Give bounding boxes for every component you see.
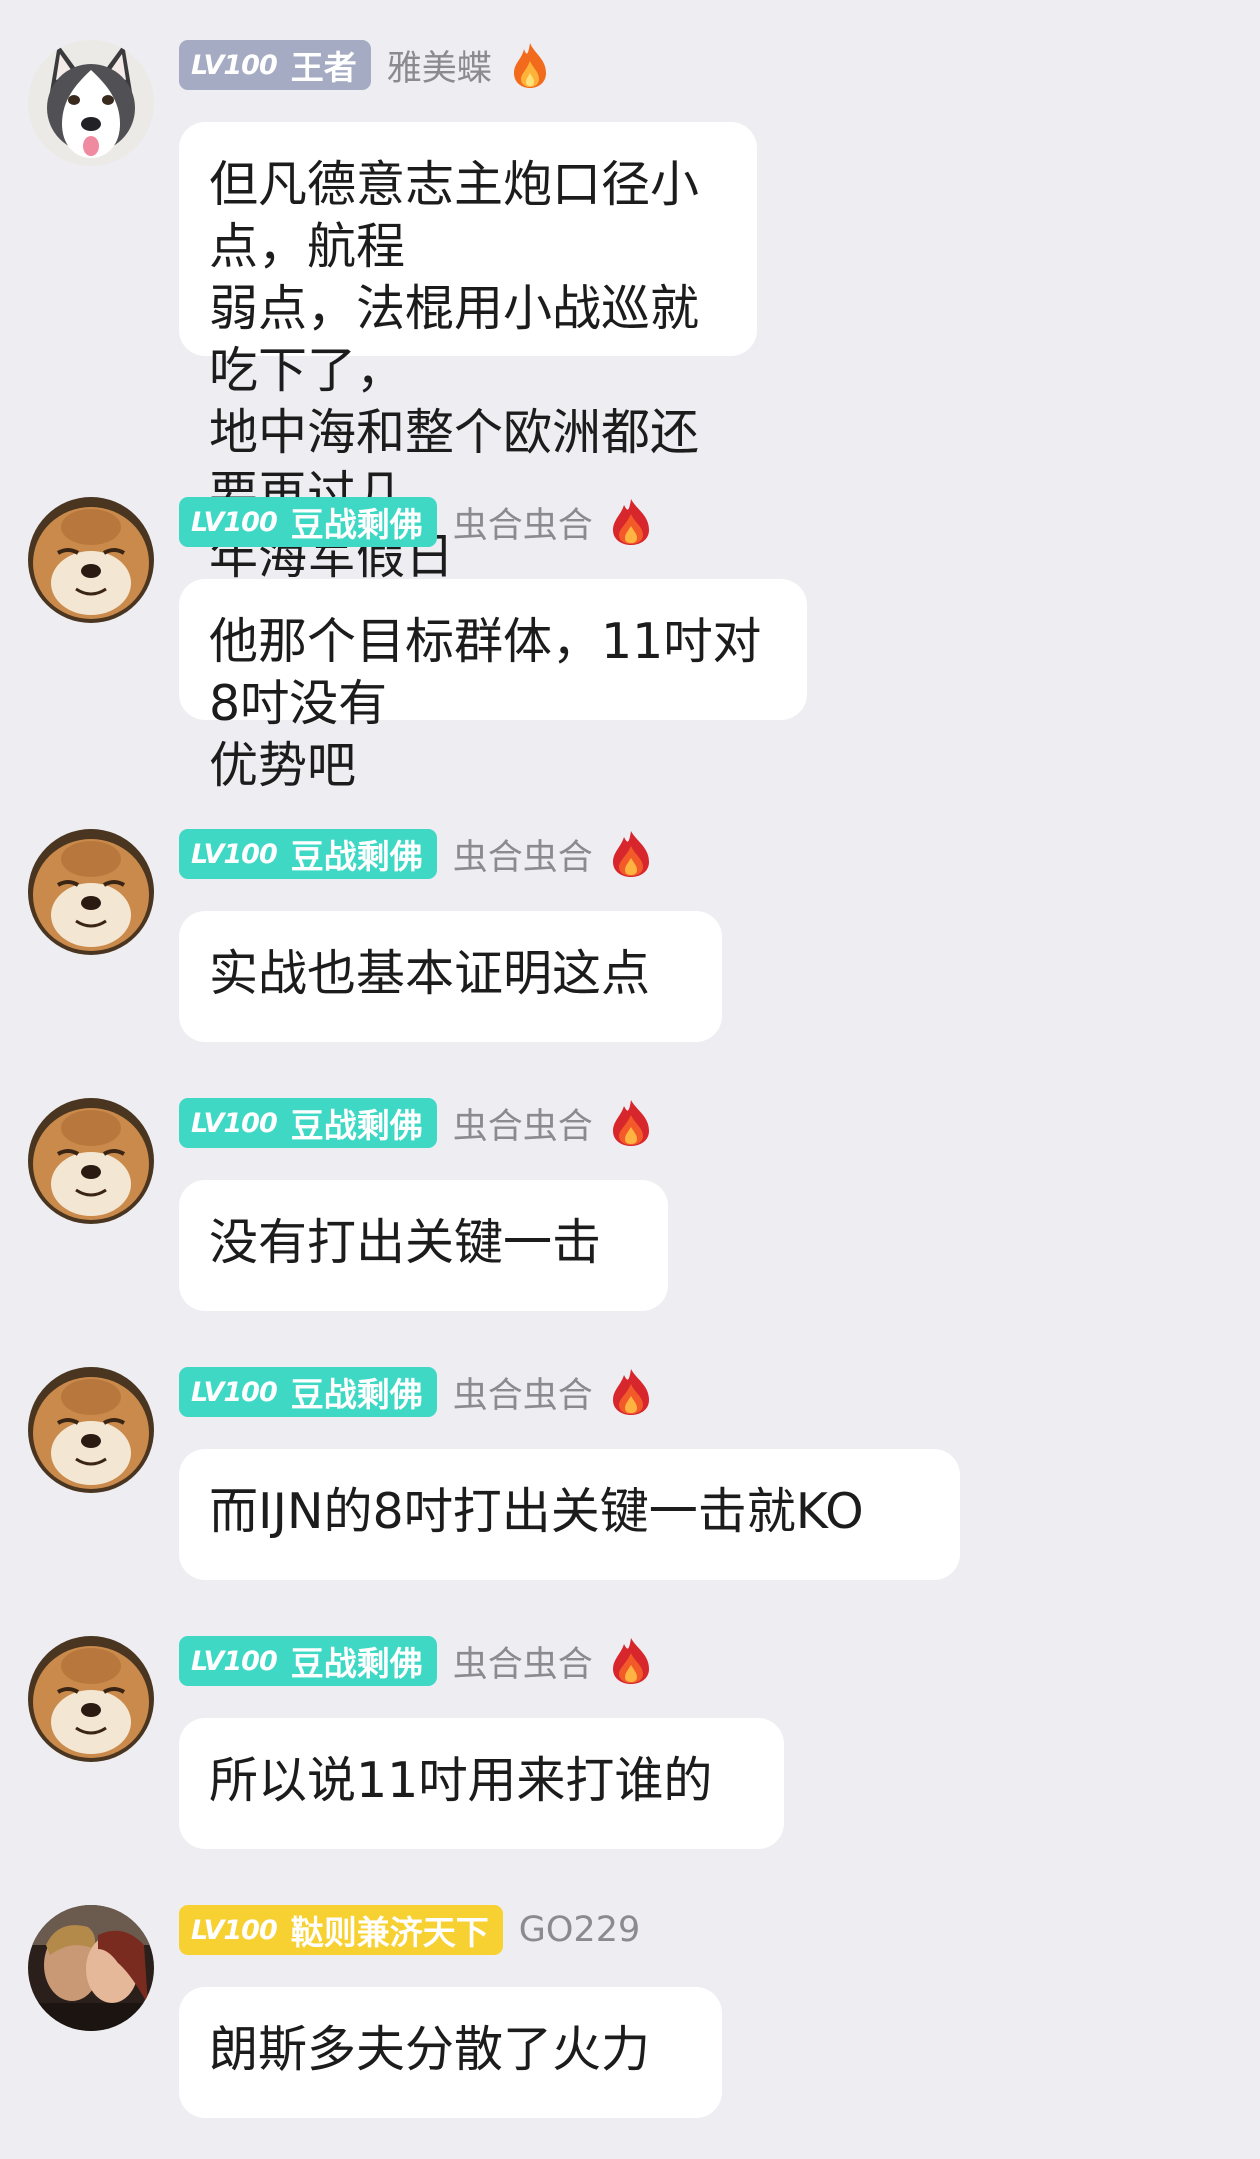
- movie-couple-avatar-icon: [28, 1905, 154, 2031]
- level-badge[interactable]: LV100 豆战剩佛: [179, 1636, 437, 1686]
- message-meta: LV100 豆战剩佛 虫合虫合: [179, 497, 653, 547]
- username[interactable]: GO229: [519, 1910, 640, 1950]
- user-avatar[interactable]: [28, 829, 154, 955]
- message-meta: LV100 豆战剩佛 虫合虫合: [179, 829, 653, 879]
- username[interactable]: 虫合虫合: [453, 829, 593, 880]
- user-avatar[interactable]: [28, 40, 154, 166]
- message-bubble[interactable]: 他那个目标群体，11吋对8吋没有 优势吧: [179, 579, 807, 794]
- red-fire-icon: [609, 498, 653, 546]
- level-badge[interactable]: LV100 鞑则兼济天下: [179, 1905, 503, 1955]
- level-text: LV100: [191, 1645, 278, 1677]
- user-avatar[interactable]: [28, 1098, 154, 1224]
- level-text: LV100: [191, 49, 278, 81]
- username[interactable]: 虫合虫合: [453, 497, 593, 548]
- red-fire-icon: [609, 1637, 653, 1685]
- message-meta: LV100 豆战剩佛 虫合虫合: [179, 1636, 653, 1686]
- message-meta: LV100 王者 雅美蝶: [179, 40, 552, 90]
- level-badge[interactable]: LV100 豆战剩佛: [179, 497, 437, 547]
- username[interactable]: 虫合虫合: [453, 1367, 593, 1418]
- username[interactable]: 雅美蝶: [387, 40, 492, 91]
- level-badge[interactable]: LV100 豆战剩佛: [179, 1367, 437, 1417]
- message-bubble[interactable]: 但凡德意志主炮口径小点，航程 弱点，法棍用小战巡就吃下了， 地中海和整个欧洲都还…: [179, 122, 757, 585]
- user-avatar[interactable]: [28, 1367, 154, 1493]
- message-bubble[interactable]: 所以说11吋用来打谁的: [179, 1718, 784, 1849]
- message-meta: LV100 豆战剩佛 虫合虫合: [179, 1367, 653, 1417]
- title-text: 鞑则兼济天下: [290, 1913, 489, 1952]
- message-meta: LV100 鞑则兼济天下 GO229: [179, 1905, 640, 1955]
- level-badge[interactable]: LV100 豆战剩佛: [179, 1098, 437, 1148]
- username[interactable]: 虫合虫合: [453, 1636, 593, 1687]
- username[interactable]: 虫合虫合: [453, 1098, 593, 1149]
- user-avatar[interactable]: [28, 497, 154, 623]
- level-text: LV100: [191, 506, 278, 538]
- level-badge[interactable]: LV100 王者: [179, 40, 371, 90]
- shiba-avatar-icon: [28, 1367, 154, 1493]
- husky-avatar-icon: [28, 40, 154, 166]
- message-bubble[interactable]: 实战也基本证明这点: [179, 911, 722, 1042]
- title-text: 王者: [290, 48, 357, 87]
- message-meta: LV100 豆战剩佛 虫合虫合: [179, 1098, 653, 1148]
- orange-fire-icon: [508, 41, 552, 89]
- user-avatar[interactable]: [28, 1905, 154, 2031]
- level-text: LV100: [191, 1107, 278, 1139]
- title-text: 豆战剩佛: [290, 1106, 423, 1145]
- user-avatar[interactable]: [28, 1636, 154, 1762]
- title-text: 豆战剩佛: [290, 1644, 423, 1683]
- shiba-avatar-icon: [28, 497, 154, 623]
- level-text: LV100: [191, 1914, 278, 1946]
- shiba-avatar-icon: [28, 1098, 154, 1224]
- title-text: 豆战剩佛: [290, 505, 423, 544]
- title-text: 豆战剩佛: [290, 837, 423, 876]
- level-badge[interactable]: LV100 豆战剩佛: [179, 829, 437, 879]
- level-text: LV100: [191, 1376, 278, 1408]
- message-bubble[interactable]: 而IJN的8吋打出关键一击就KO: [179, 1449, 960, 1580]
- title-text: 豆战剩佛: [290, 1375, 423, 1414]
- level-text: LV100: [191, 838, 278, 870]
- red-fire-icon: [609, 1099, 653, 1147]
- message-bubble[interactable]: 没有打出关键一击: [179, 1180, 668, 1311]
- red-fire-icon: [609, 1368, 653, 1416]
- shiba-avatar-icon: [28, 829, 154, 955]
- shiba-avatar-icon: [28, 1636, 154, 1762]
- chat-message-list: LV100 王者 雅美蝶 但凡德意志主炮口径小点，航程 弱点，法棍用小战巡就吃下…: [0, 0, 1260, 2159]
- message-bubble[interactable]: 朗斯多夫分散了火力: [179, 1987, 722, 2118]
- red-fire-icon: [609, 830, 653, 878]
